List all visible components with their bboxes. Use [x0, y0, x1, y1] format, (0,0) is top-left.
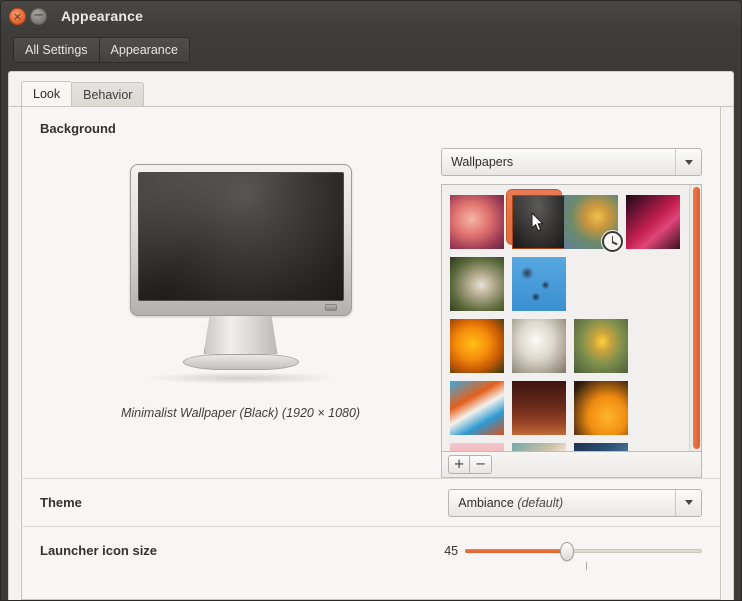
remove-wallpaper-button[interactable]: −	[470, 455, 493, 474]
background-area: Minimalist Wallpaper (Black) (1920 × 108…	[40, 148, 702, 478]
background-section-title: Background	[40, 121, 116, 136]
launcher-icon-size-value: 45	[444, 543, 459, 558]
add-wallpaper-button[interactable]: +	[448, 455, 471, 474]
tab-behavior[interactable]: Behavior	[71, 82, 145, 106]
appearance-button[interactable]: Appearance	[99, 37, 190, 63]
window-toolbar: All Settings Appearance	[1, 31, 741, 67]
monitor-preview	[129, 164, 352, 384]
wallpaper-thumbnail[interactable]	[450, 195, 505, 249]
monitor-base	[182, 354, 299, 370]
wallpaper-image-birds-blue-sky	[512, 257, 567, 311]
minimize-icon: −	[33, 7, 44, 23]
wallpaper-thumbnail[interactable]	[574, 257, 628, 311]
all-settings-button[interactable]: All Settings	[13, 37, 100, 63]
slider-handle[interactable]	[559, 541, 574, 561]
launcher-icon-size-row: Launcher icon size 45	[22, 526, 720, 574]
theme-dropdown[interactable]: Ambiance (default)	[448, 488, 702, 517]
look-tab-page: Background Minimalist Wallpaper (Black) …	[21, 107, 721, 600]
wallpaper-image-blue-orange-graffiti	[450, 381, 505, 435]
monitor-power-led-icon	[324, 304, 337, 311]
monitor-bezel	[129, 164, 352, 316]
content-panel: Look Behavior Background Minimalist Wall…	[8, 71, 734, 600]
wallpaper-thumbnail[interactable]	[450, 319, 505, 373]
wallpaper-caption: Minimalist Wallpaper (Black) (1920 × 108…	[120, 406, 361, 420]
wallpaper-thumbnail[interactable]	[450, 257, 505, 311]
window-title: Appearance	[61, 8, 144, 24]
appearance-window: × − Appearance All Settings Appearance L…	[0, 0, 742, 601]
wallpaper-image-orange-poppy	[450, 319, 505, 373]
wallpaper-chooser-column: Wallpapers + −	[441, 148, 702, 478]
wallpaper-grid	[442, 185, 689, 451]
window-titlebar: × − Appearance	[1, 1, 741, 31]
slider-fill	[465, 548, 567, 553]
wallpaper-source-dropdown[interactable]: Wallpapers	[441, 148, 702, 176]
chevron-down-icon	[675, 489, 701, 516]
close-button[interactable]: ×	[9, 7, 26, 25]
monitor-neck	[203, 316, 278, 354]
wallpaper-thumbnail[interactable]	[574, 381, 629, 435]
wallpaper-thumbnail[interactable]	[450, 381, 505, 435]
wallpaper-thumbnail[interactable]	[574, 443, 629, 451]
clock-icon	[602, 231, 624, 252]
wallpaper-scrollbar-thumb[interactable]	[693, 187, 700, 449]
wallpaper-thumbnail[interactable]	[574, 319, 629, 373]
wallpaper-thumbnail[interactable]	[512, 257, 567, 311]
wallpaper-list-toolbar: + −	[441, 452, 702, 478]
slider-tick-mark	[585, 561, 587, 570]
monitor-screen	[137, 172, 344, 301]
minimize-button[interactable]: −	[30, 7, 47, 25]
wallpaper-thumbnail[interactable]	[626, 195, 681, 249]
wallpaper-image-pink-sunset-city	[450, 443, 505, 451]
wallpaper-source-value: Wallpapers	[451, 155, 514, 169]
launcher-icon-size-label: Launcher icon size	[40, 543, 158, 558]
wallpaper-list[interactable]	[441, 184, 702, 452]
theme-value-name: Ambiance	[458, 495, 514, 510]
wallpaper-image-yellow-flower-leaf	[574, 319, 629, 373]
theme-label: Theme	[40, 495, 82, 510]
wallpaper-image-magenta-petals	[626, 195, 681, 249]
monitor-shadow	[145, 372, 336, 384]
wallpaper-image-white-butterfly	[512, 319, 567, 373]
wallpaper-image-red-desert-dune	[512, 381, 567, 435]
tab-strip: Look Behavior	[9, 81, 733, 107]
wallpaper-scrollbar[interactable]	[689, 185, 701, 451]
wallpaper-image-blue-ice-texture	[574, 443, 629, 451]
wallpaper-image-rope-knot-teal	[512, 443, 567, 451]
wallpaper-image-dark-path	[574, 257, 628, 311]
wallpaper-image-orange-honeycomb	[574, 381, 629, 435]
wallpaper-preview-column: Minimalist Wallpaper (Black) (1920 × 108…	[40, 148, 441, 478]
close-icon: ×	[12, 9, 23, 23]
launcher-icon-size-slider[interactable]	[465, 541, 702, 570]
launcher-icon-size-control: 45	[434, 541, 702, 570]
chevron-down-icon	[675, 149, 701, 175]
theme-value: Ambiance (default)	[458, 496, 675, 510]
wallpaper-thumbnail[interactable]	[512, 443, 567, 451]
wallpaper-thumbnail[interactable]	[450, 443, 505, 451]
wallpaper-thumbnail[interactable]	[507, 190, 567, 249]
theme-row: Theme Ambiance (default)	[22, 478, 720, 526]
wallpaper-image-pink-bokeh	[450, 195, 505, 249]
theme-value-default-tag: (default)	[517, 495, 564, 510]
wallpaper-thumbnail[interactable]	[512, 319, 567, 373]
tab-look[interactable]: Look	[21, 81, 73, 106]
wallpaper-thumbnail[interactable]	[564, 195, 624, 252]
wallpaper-image-minimalist-black	[512, 195, 567, 249]
wallpaper-thumbnail[interactable]	[512, 381, 567, 435]
wallpaper-image-white-blossom-green	[450, 257, 505, 311]
